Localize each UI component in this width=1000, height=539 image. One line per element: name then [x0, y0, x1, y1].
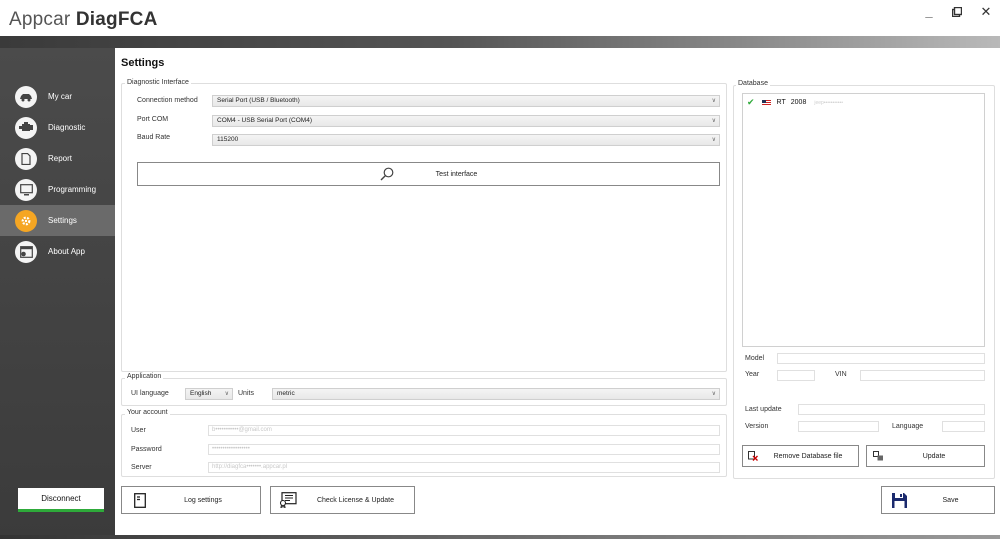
- us-flag-icon: [761, 99, 771, 106]
- app-window: Appcar DiagFCA _ ✕ My car Diagnostic Rep…: [0, 0, 1000, 539]
- update-label: Update: [922, 452, 946, 460]
- sidebar: My car Diagnostic Report Programming Set…: [0, 48, 115, 539]
- language-label: Language: [892, 423, 924, 430]
- minimize-button[interactable]: _: [917, 2, 941, 22]
- remove-database-button[interactable]: Remove Database file: [742, 445, 859, 467]
- ui-language-value: English: [190, 390, 212, 397]
- version-field: [798, 421, 879, 432]
- log-settings-button[interactable]: Log settings: [121, 486, 261, 514]
- baud-rate-select[interactable]: 115200 ∨: [212, 134, 720, 146]
- restore-button[interactable]: [945, 2, 969, 22]
- search-icon: [380, 167, 394, 181]
- remove-database-label: Remove Database file: [773, 452, 843, 460]
- sidebar-item-diagnostic[interactable]: Diagnostic: [0, 112, 115, 143]
- update-icon: [873, 451, 883, 461]
- test-interface-button[interactable]: Test interface: [137, 162, 720, 186]
- application-title: Application: [125, 373, 164, 380]
- vin-label: VIN: [835, 371, 847, 378]
- database-list[interactable]: ✔ RT 2008 jeep•••••••••••: [742, 93, 985, 347]
- version-label: Version: [745, 423, 769, 430]
- port-com-select[interactable]: COM4 - USB Serial Port (COM4) ∨: [212, 115, 720, 127]
- server-field[interactable]: http://diagfca•••••••.appcar.pl: [208, 462, 720, 473]
- chevron-down-icon: ∨: [711, 391, 716, 397]
- disconnect-button[interactable]: Disconnect: [18, 488, 104, 512]
- sidebar-item-about-app[interactable]: About App: [0, 236, 115, 267]
- password-field[interactable]: ••••••••••••••••••: [208, 444, 720, 455]
- chevron-down-icon: ∨: [224, 391, 229, 397]
- check-icon: ✔: [747, 97, 755, 107]
- remove-file-icon: [748, 451, 758, 461]
- baud-rate-label: Baud Rate: [137, 134, 171, 141]
- app-title-light: Appcar: [9, 9, 71, 30]
- user-field[interactable]: b•••••••••••@gmail.com: [208, 425, 720, 436]
- port-com-label: Port COM: [137, 116, 169, 123]
- floppy-disk-icon: [892, 492, 907, 508]
- document-icon: [15, 147, 37, 170]
- chevron-down-icon: ∨: [711, 98, 716, 104]
- sidebar-item-label: My car: [48, 92, 72, 101]
- last-update-label: Last update: [745, 406, 782, 413]
- update-database-button[interactable]: Update: [866, 445, 985, 467]
- license-certificate-icon: [279, 492, 297, 508]
- sidebar-item-settings[interactable]: Settings: [0, 205, 115, 236]
- sidebar-item-label: About App: [48, 247, 85, 256]
- year-field: [777, 370, 815, 381]
- baud-rate-value: 115200: [217, 136, 239, 143]
- server-label: Server: [131, 464, 152, 471]
- check-license-button[interactable]: Check License & Update: [270, 486, 415, 514]
- log-icon: [134, 492, 146, 508]
- vin-field: [860, 370, 985, 381]
- last-update-field: [798, 404, 985, 415]
- db-year: 2008: [790, 99, 807, 106]
- log-settings-label: Log settings: [184, 496, 222, 504]
- header-bar: [0, 36, 1000, 48]
- units-select[interactable]: metric ∨: [272, 388, 720, 400]
- port-com-value: COM4 - USB Serial Port (COM4): [217, 117, 312, 124]
- units-value: metric: [277, 390, 295, 397]
- sidebar-item-my-car[interactable]: My car: [0, 81, 115, 112]
- units-label: Units: [238, 390, 254, 397]
- check-license-label: Check License & Update: [316, 496, 395, 504]
- model-label: Model: [745, 355, 765, 362]
- connection-method-value: Serial Port (USB / Bluetooth): [217, 97, 300, 104]
- year-label: Year: [745, 371, 760, 378]
- monitor-icon: [15, 178, 37, 201]
- password-label: Password: [131, 446, 162, 453]
- user-label: User: [131, 427, 146, 434]
- sidebar-item-label: Report: [48, 154, 73, 163]
- sidebar-item-label: Programming: [48, 185, 97, 194]
- ui-language-label: UI language: [131, 390, 169, 397]
- ui-language-select[interactable]: English ∨: [185, 388, 233, 400]
- sidebar-item-label: Settings: [48, 216, 77, 225]
- connection-method-label: Connection method: [137, 97, 198, 104]
- gear-icon: [15, 209, 37, 232]
- chevron-down-icon: ∨: [711, 137, 716, 143]
- sidebar-item-programming[interactable]: Programming: [0, 174, 115, 205]
- test-interface-label: Test interface: [435, 170, 478, 178]
- db-make: RT: [776, 99, 786, 106]
- sidebar-item-label: Diagnostic: [48, 123, 86, 132]
- engine-icon: [15, 116, 37, 139]
- chevron-down-icon: ∨: [711, 118, 716, 124]
- account-title: Your account: [125, 409, 170, 416]
- diagnostic-interface-title: Diagnostic Interface: [125, 79, 191, 86]
- list-item[interactable]: ✔ RT 2008 jeep•••••••••••: [747, 97, 843, 108]
- app-title-bold: DiagFCA: [75, 9, 158, 30]
- db-blurred-name: jeep•••••••••••: [814, 99, 844, 106]
- model-field: [777, 353, 985, 364]
- save-label: Save: [942, 496, 959, 504]
- language-field: [942, 421, 985, 432]
- app-title: Appcar DiagFCA: [9, 9, 158, 31]
- connection-method-select[interactable]: Serial Port (USB / Bluetooth) ∨: [212, 95, 720, 107]
- sidebar-item-report[interactable]: Report: [0, 143, 115, 174]
- info-window-icon: [15, 240, 37, 263]
- save-button[interactable]: Save: [881, 486, 995, 514]
- page-title: Settings: [121, 57, 165, 69]
- close-button[interactable]: ✕: [974, 2, 998, 22]
- database-title: Database: [736, 80, 770, 87]
- bottom-bar: [0, 535, 1000, 539]
- car-icon: [15, 85, 37, 108]
- restore-icon: [951, 6, 963, 18]
